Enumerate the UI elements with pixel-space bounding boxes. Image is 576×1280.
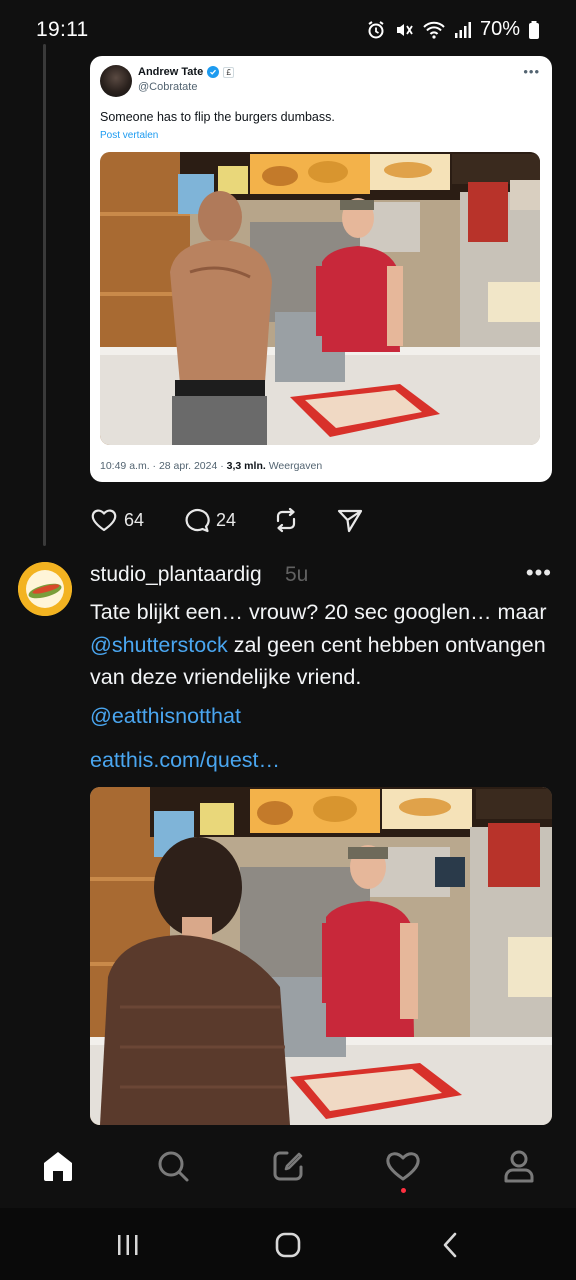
verified-badge-icon (207, 66, 220, 78)
activity-notification-dot (401, 1188, 406, 1193)
home-icon (44, 1152, 72, 1181)
nav-activity[interactable] (383, 1146, 423, 1193)
share-button[interactable] (336, 507, 364, 533)
more-options-icon[interactable]: ••• (526, 560, 552, 586)
translate-link[interactable]: Post vertalen (100, 130, 158, 141)
status-bar: 19:11 70% (0, 0, 576, 60)
heart-icon (91, 509, 117, 532)
send-icon (337, 509, 363, 533)
tweet-author-name: Andrew Tate (138, 66, 204, 78)
post-actions: 64 24 (90, 505, 364, 535)
recents-button[interactable] (108, 1228, 148, 1262)
reply-count: 24 (216, 509, 237, 530)
bottom-navigation (0, 1130, 576, 1206)
reply-button[interactable]: 24 (182, 507, 272, 533)
recents-icon (118, 1235, 138, 1255)
nav-profile[interactable] (499, 1146, 539, 1186)
tweet-views-label: Weergaven (265, 460, 323, 472)
tweet-views-count: 3,3 mln. (226, 460, 266, 472)
tweet-name-row: Andrew Tate £ (138, 66, 235, 78)
home-circle-icon (275, 1232, 301, 1258)
tweet-timestamp: 10:49 a.m. · 28 apr. 2024 · (100, 460, 227, 472)
post-author-avatar[interactable] (18, 562, 72, 616)
nav-search[interactable] (153, 1146, 193, 1186)
like-button[interactable]: 64 (90, 507, 182, 533)
repost-icon (276, 507, 296, 533)
back-icon (443, 1232, 457, 1258)
battery-percent: 70% (479, 18, 520, 40)
post-time: 5u (285, 563, 309, 586)
nav-compose[interactable] (268, 1146, 308, 1186)
like-count: 64 (124, 509, 145, 530)
tweet-author-handle: @Cobratate (138, 81, 198, 93)
eatthisnotthat-mention-link[interactable]: @eatthisnotthat (90, 704, 241, 729)
nav-home[interactable] (38, 1146, 78, 1186)
status-time: 19:11 (36, 18, 89, 41)
post-body-text-1: Tate blijkt een… vrouw? 20 sec googlen… … (90, 600, 547, 624)
search-icon (158, 1151, 189, 1182)
post-author-username[interactable]: studio_plantaardig (90, 563, 262, 587)
repost-button[interactable] (272, 507, 336, 533)
compose-icon (273, 1151, 303, 1181)
thread-line (43, 44, 46, 546)
activity-heart-icon (386, 1152, 420, 1181)
mute-icon (396, 23, 413, 36)
tweet-photo[interactable] (100, 152, 540, 445)
system-back-button[interactable] (430, 1228, 470, 1262)
wifi-icon (423, 21, 445, 39)
post-photo[interactable] (90, 787, 552, 1125)
tweet-author-avatar (100, 65, 132, 97)
shutterstock-mention-link[interactable]: @shutterstock (90, 633, 228, 657)
post-body: Tate blijkt een… vrouw? 20 sec googlen… … (90, 596, 560, 694)
status-icons: 70% (366, 18, 540, 41)
system-navigation-bar (0, 1208, 576, 1280)
alarm-icon (368, 20, 384, 38)
reply-icon (185, 508, 210, 533)
tweet-more-icon[interactable]: ••• (523, 64, 540, 79)
system-home-button[interactable] (268, 1228, 308, 1262)
tweet-meta: 10:49 a.m. · 28 apr. 2024 · 3,3 mln. Wee… (100, 460, 322, 472)
embedded-tweet-card[interactable]: Andrew Tate £ @Cobratate ••• Someone has… (90, 56, 552, 482)
affiliate-badge-icon: £ (223, 66, 235, 78)
battery-icon (529, 20, 539, 39)
article-url-link[interactable]: eatthis.com/quest… (90, 748, 280, 773)
profile-icon (504, 1150, 534, 1183)
tweet-text: Someone has to flip the burgers dumbass. (100, 110, 335, 124)
signal-icon (454, 21, 471, 38)
